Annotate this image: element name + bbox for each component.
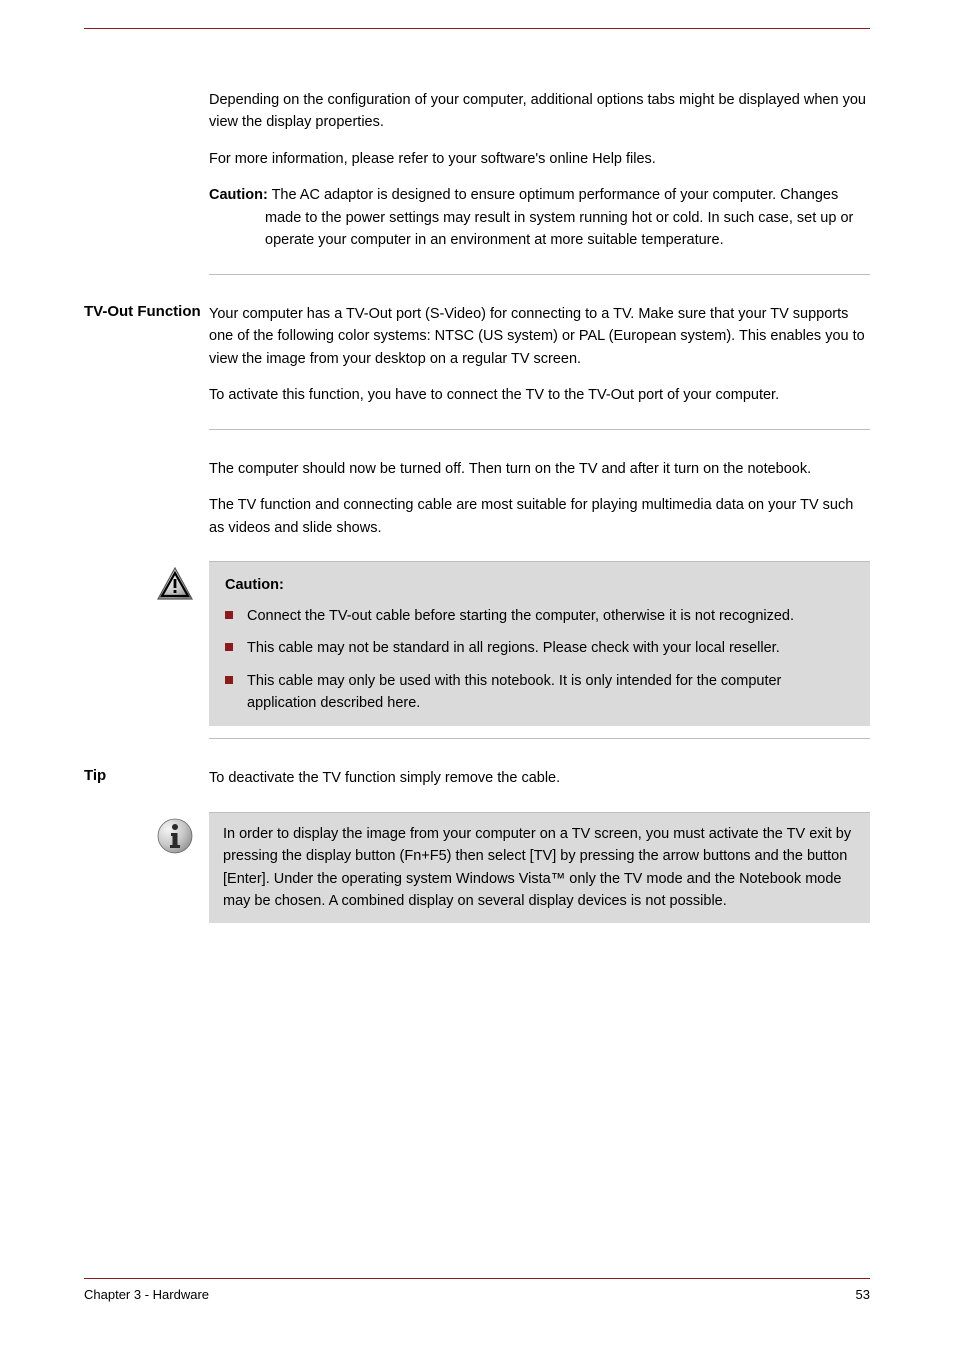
tip-text: To deactivate the TV function simply rem… xyxy=(209,767,870,789)
info-icon xyxy=(155,816,195,927)
bullet-square-icon xyxy=(225,611,233,619)
caution-item: Connect the TV-out cable before starting… xyxy=(225,605,854,627)
tvout-para-3: The computer should now be turned off. T… xyxy=(209,458,870,480)
bullet-square-icon xyxy=(225,676,233,684)
caution-title: Caution: xyxy=(225,574,854,596)
caution-item: This cable may not be standard in all re… xyxy=(225,637,854,659)
tvout-para-2: To activate this function, you have to c… xyxy=(209,384,870,406)
caution-item: This cable may only be used with this no… xyxy=(225,670,854,715)
footer-chapter: Chapter 3 - Hardware xyxy=(84,1287,209,1302)
warning-triangle-icon xyxy=(155,565,195,739)
tvout-heading: TV-Out Function xyxy=(84,275,209,430)
info-callout: In order to display the image from your … xyxy=(209,813,870,923)
caution-callout: Caution: Connect the TV-out cable before… xyxy=(209,562,870,726)
bullet-square-icon xyxy=(225,643,233,651)
intro-para-2: For more information, please refer to yo… xyxy=(209,148,870,170)
intro-para-1: Depending on the configuration of your c… xyxy=(209,89,870,134)
tip-heading: Tip xyxy=(84,739,209,812)
intro-caution: Caution: The AC adaptor is designed to e… xyxy=(209,184,870,251)
footer-page-number: 53 xyxy=(856,1287,870,1302)
tvout-para-1: Your computer has a TV-Out port (S-Video… xyxy=(209,303,870,370)
resolution-para: In order to display the image from your … xyxy=(223,826,851,909)
tvout-para-4: The TV function and connecting cable are… xyxy=(209,494,870,539)
